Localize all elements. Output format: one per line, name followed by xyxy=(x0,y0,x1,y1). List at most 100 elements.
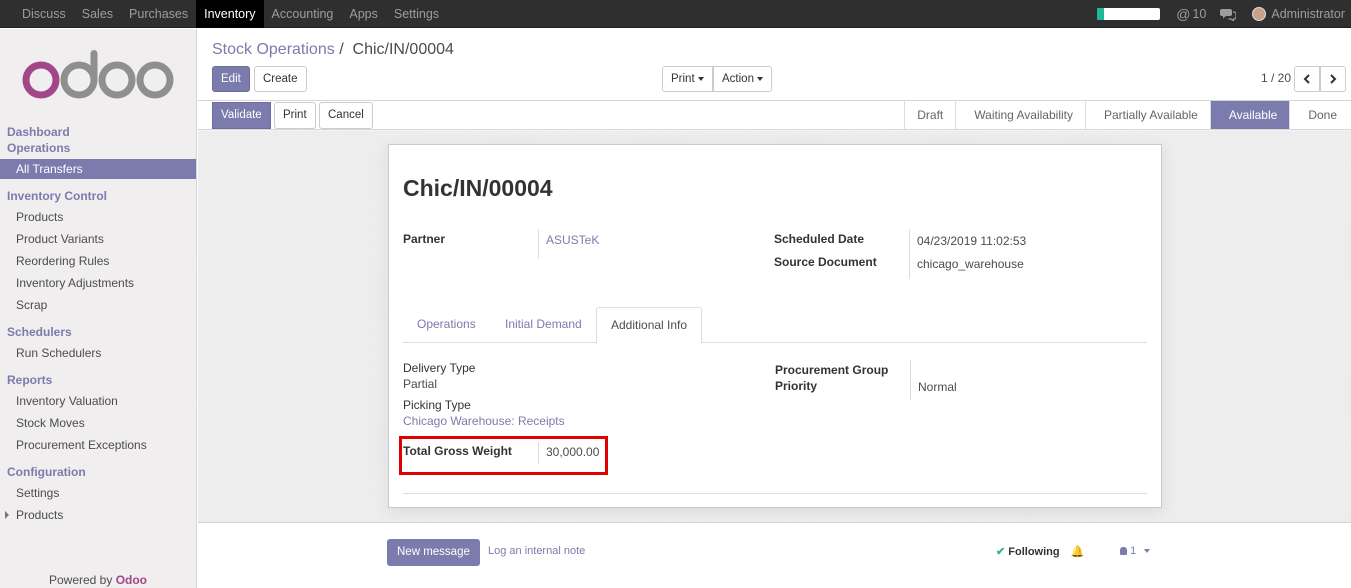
progress-fill xyxy=(1097,8,1104,20)
new-message-button[interactable]: New message xyxy=(387,539,480,566)
action-dropdown[interactable]: Action xyxy=(713,66,772,92)
mentions-count: 10 xyxy=(1192,7,1207,21)
sidebar-item-scrap[interactable]: Scrap xyxy=(0,295,196,315)
powered-by: Powered by Odoo xyxy=(0,573,196,587)
create-button[interactable]: Create xyxy=(254,66,307,92)
log-note-link[interactable]: Log an internal note xyxy=(488,545,585,557)
print-dropdown[interactable]: Print xyxy=(662,66,713,92)
menu-inventory[interactable]: Inventory xyxy=(196,0,264,28)
sidebar-item-inventory-valuation[interactable]: Inventory Valuation xyxy=(0,391,196,411)
sidebar-item-config-products-label: Products xyxy=(16,508,64,522)
validate-button[interactable]: Validate xyxy=(212,102,271,129)
chevron-right-icon xyxy=(1330,74,1337,84)
following-button[interactable]: ✔ Following 🔔 xyxy=(996,545,1084,558)
breadcrumb: Stock Operations / Chic/IN/00004 xyxy=(212,41,454,59)
avatar xyxy=(1252,7,1267,21)
sidebar-item-settings[interactable]: Settings xyxy=(0,483,196,503)
edit-button[interactable]: Edit xyxy=(212,66,250,92)
sidebar-item-product-variants[interactable]: Product Variants xyxy=(0,229,196,249)
menu-apps[interactable]: Apps xyxy=(341,0,386,28)
user-menu[interactable]: Administrator xyxy=(1252,7,1345,21)
print-button[interactable]: Print xyxy=(274,102,316,129)
sidebar-item-all-transfers[interactable]: All Transfers xyxy=(0,159,196,179)
pager-next-button[interactable] xyxy=(1320,66,1346,92)
topbar-right: @ 10 Administrator xyxy=(1097,0,1345,28)
sidebar-item-config-products[interactable]: Products xyxy=(0,505,196,525)
bell-icon[interactable]: 🔔 xyxy=(1071,546,1085,558)
following-label: Following xyxy=(1008,546,1060,558)
procurement-group-label: Procurement Group xyxy=(775,363,889,377)
form-background: Chic/IN/00004 Partner ASUSTeK Scheduled … xyxy=(198,131,1351,523)
at-icon: @ xyxy=(1176,6,1191,22)
followers-count: 1 xyxy=(1130,545,1137,557)
priority-divider xyxy=(910,360,911,400)
menu-sales[interactable]: Sales xyxy=(74,0,121,28)
odoo-logo[interactable] xyxy=(22,47,174,102)
pager-previous-button[interactable] xyxy=(1294,66,1320,92)
record-title: Chic/IN/00004 xyxy=(403,175,553,201)
delivery-type-value[interactable]: Partial xyxy=(403,377,437,391)
menu-accounting[interactable]: Accounting xyxy=(264,0,342,28)
caret-down-icon xyxy=(1144,549,1151,554)
sidebar-item-inventory-adjustments[interactable]: Inventory Adjustments xyxy=(0,273,196,293)
menu-discuss[interactable]: Discuss xyxy=(14,0,74,28)
highlight-box xyxy=(399,436,608,475)
chatter: New message Log an internal note ✔ Follo… xyxy=(198,523,1351,588)
user-name: Administrator xyxy=(1271,7,1345,21)
pager-value[interactable]: 1 / 20 xyxy=(1261,71,1291,85)
sidebar-item-run-schedulers[interactable]: Run Schedulers xyxy=(0,343,196,363)
source-document-value[interactable]: chicago_warehouse xyxy=(917,257,1024,271)
sidebar-item-reordering-rules[interactable]: Reordering Rules xyxy=(0,251,196,271)
caret-down-icon xyxy=(697,76,704,81)
form-sheet: Chic/IN/00004 Partner ASUSTeK Scheduled … xyxy=(388,144,1162,508)
followers-dropdown[interactable]: 1 xyxy=(1120,545,1151,557)
stage-done[interactable]: Done xyxy=(1289,101,1351,129)
sidebar-item-products[interactable]: Products xyxy=(0,207,196,227)
sidebar-section-schedulers[interactable]: Schedulers xyxy=(7,325,72,339)
sidebar-section-operations[interactable]: Operations xyxy=(7,141,70,155)
source-document-label: Source Document xyxy=(774,255,877,269)
tab-additional-info[interactable]: Additional Info xyxy=(596,307,703,344)
delivery-type-label: Delivery Type xyxy=(403,361,476,375)
form-separator xyxy=(403,493,1147,494)
partner-divider xyxy=(538,229,539,259)
tab-initial-demand[interactable]: Initial Demand xyxy=(491,307,596,343)
sidebar-item-procurement-exceptions[interactable]: Procurement Exceptions xyxy=(0,435,196,455)
powered-by-brand[interactable]: Odoo xyxy=(116,573,147,587)
print-dropdown-label: Print xyxy=(671,73,695,85)
stage-available[interactable]: Available xyxy=(1209,101,1290,129)
stage-partially-available[interactable]: Partially Available xyxy=(1084,101,1210,129)
main-content: Stock Operations / Chic/IN/00004 Edit Cr… xyxy=(198,29,1351,588)
menu-settings[interactable]: Settings xyxy=(386,0,447,28)
chevron-left-icon xyxy=(1303,74,1310,84)
scheduled-date-label: Scheduled Date xyxy=(774,232,865,246)
mentions-counter[interactable]: @ 10 xyxy=(1176,6,1206,22)
form-statusbar: Validate Print Cancel Draft Waiting Avai… xyxy=(198,101,1351,130)
sidebar-section-reports[interactable]: Reports xyxy=(7,373,52,387)
picking-type-value[interactable]: Chicago Warehouse: Receipts xyxy=(403,414,565,428)
top-navbar: Discuss Sales Purchases Inventory Accoun… xyxy=(0,0,1351,28)
scheduled-date-value[interactable]: 04/23/2019 11:02:53 xyxy=(917,234,1026,248)
caret-right-icon xyxy=(5,511,9,519)
breadcrumb-current: Chic/IN/00004 xyxy=(352,41,454,58)
sidebar-section-inventory-control[interactable]: Inventory Control xyxy=(7,189,107,203)
partner-value[interactable]: ASUSTeK xyxy=(546,233,599,247)
tab-operations[interactable]: Operations xyxy=(403,307,490,343)
cancel-button[interactable]: Cancel xyxy=(319,102,373,129)
chat-icon[interactable] xyxy=(1220,8,1237,21)
check-icon: ✔ xyxy=(996,546,1006,558)
onboarding-progress-bar[interactable] xyxy=(1097,8,1161,20)
sidebar-section-configuration[interactable]: Configuration xyxy=(7,465,86,479)
priority-value[interactable]: Normal xyxy=(918,380,957,394)
sidebar-section-dashboard[interactable]: Dashboard xyxy=(7,125,70,139)
priority-label: Priority xyxy=(775,379,818,393)
caret-down-icon xyxy=(756,76,763,81)
sidebar-item-stock-moves[interactable]: Stock Moves xyxy=(0,413,196,433)
sidebar: Dashboard Operations All Transfers Inven… xyxy=(0,29,197,588)
breadcrumb-stock-operations[interactable]: Stock Operations xyxy=(212,41,335,58)
notebook-tabs: Operations Initial Demand Additional Inf… xyxy=(403,307,1147,344)
stage-pipeline: Draft Waiting Availability Partially Ava… xyxy=(904,101,1351,130)
menu-purchases[interactable]: Purchases xyxy=(121,0,196,28)
stage-draft[interactable]: Draft xyxy=(904,101,956,129)
stage-waiting-availability[interactable]: Waiting Availability xyxy=(955,101,1085,129)
